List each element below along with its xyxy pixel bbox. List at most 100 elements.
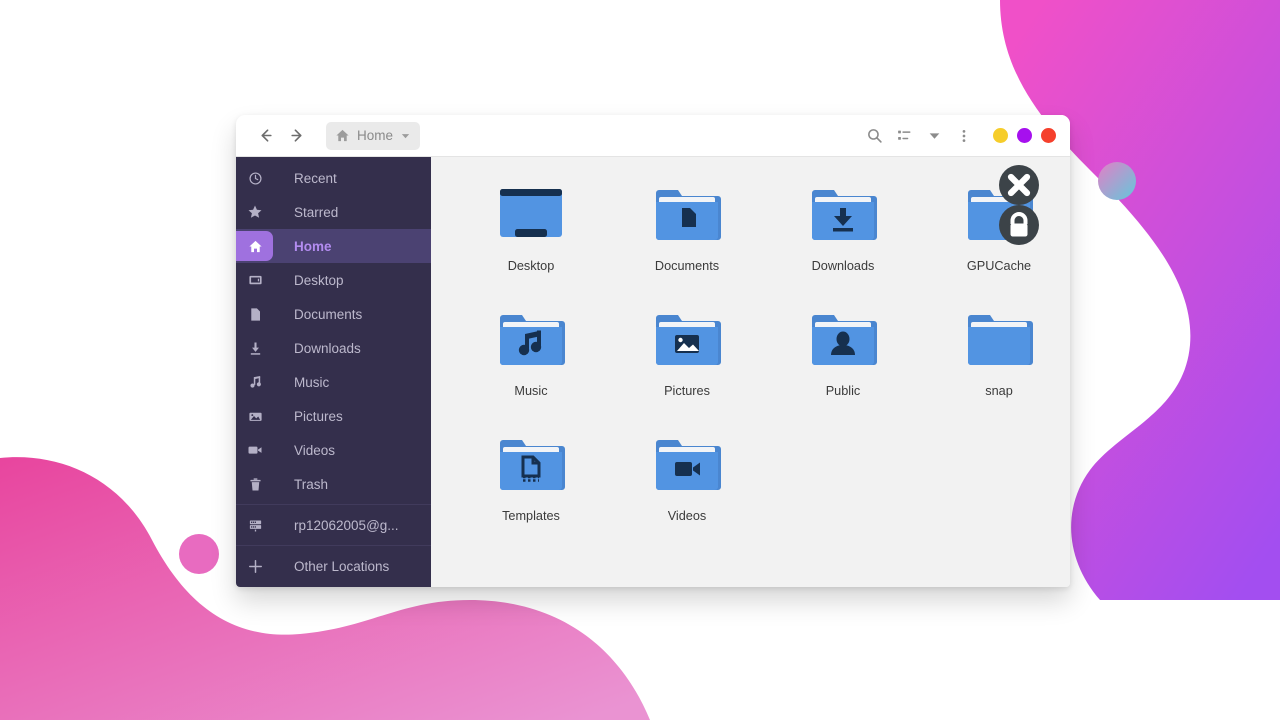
- download-icon: [236, 341, 274, 356]
- file-name: Pictures: [664, 384, 710, 398]
- home-icon: [236, 239, 274, 254]
- view-mode-button[interactable]: [889, 122, 919, 150]
- sidebar-item-label: Starred: [294, 204, 339, 220]
- sidebar-item-label: Trash: [294, 476, 329, 492]
- window-controls: [993, 128, 1056, 143]
- sidebar-separator: [236, 545, 431, 546]
- lock-badge-icon: [999, 205, 1039, 245]
- clock-icon: [236, 171, 274, 186]
- sidebar-item-home[interactable]: Home: [236, 229, 431, 263]
- file-manager-window: Home Recent Starred Home Desktop Documen…: [236, 115, 1070, 587]
- sidebar-item-label: rp12062005@g...: [294, 517, 399, 533]
- trash-icon: [236, 477, 274, 492]
- downloads-folder-icon: [805, 175, 881, 251]
- sidebar-item-label: Pictures: [294, 408, 343, 424]
- file-item-downloads[interactable]: Downloads: [765, 173, 921, 298]
- file-name: Desktop: [507, 259, 555, 273]
- pink-circle-left: [179, 534, 219, 574]
- x-badge-icon: [999, 165, 1039, 205]
- home-icon: [336, 129, 349, 142]
- sidebar-item-music[interactable]: Music: [236, 365, 431, 399]
- sidebar-item-trash[interactable]: Trash: [236, 467, 431, 501]
- music-folder-icon: [493, 300, 569, 376]
- file-item-gpucache[interactable]: GPUCache: [921, 165, 1070, 298]
- gradient-circle-right: [1098, 162, 1136, 200]
- sidebar-item-label: Downloads: [294, 340, 361, 356]
- sidebar: Recent Starred Home Desktop Documents Do…: [236, 157, 431, 587]
- sidebar-item-desktop[interactable]: Desktop: [236, 263, 431, 297]
- file-item-desktop[interactable]: Desktop: [453, 173, 609, 298]
- sidebar-item-other-locations[interactable]: Other Locations: [236, 549, 431, 583]
- sidebar-item-recent[interactable]: Recent: [236, 161, 431, 195]
- caret-down-icon: [929, 133, 939, 139]
- file-item-music[interactable]: Music: [453, 298, 609, 423]
- header-bar: Home: [236, 115, 1070, 157]
- desktop-icon: [236, 273, 274, 288]
- documents-folder-icon: [649, 175, 725, 251]
- sidebar-item-label: Videos: [294, 442, 336, 458]
- templates-folder-icon: [493, 425, 569, 501]
- overflow-menu-icon: [962, 129, 966, 142]
- sidebar-separator: [236, 504, 431, 505]
- server-icon: [236, 518, 274, 533]
- video-camera-icon: [236, 442, 274, 458]
- sidebar-item-label: Other Locations: [294, 558, 390, 574]
- file-name: Videos: [667, 509, 707, 523]
- search-icon: [867, 129, 882, 143]
- menu-button[interactable]: [949, 122, 979, 150]
- sidebar-item-label: Home: [294, 238, 332, 254]
- window-body: Recent Starred Home Desktop Documents Do…: [236, 157, 1070, 587]
- header-actions: [859, 122, 1056, 150]
- sidebar-item-label: Recent: [294, 170, 337, 186]
- sidebar-item-label: Music: [294, 374, 330, 390]
- sidebar-item-videos[interactable]: Videos: [236, 433, 431, 467]
- sidebar-item-label: Desktop: [294, 272, 344, 288]
- file-item-documents[interactable]: Documents: [609, 173, 765, 298]
- file-item-pictures[interactable]: Pictures: [609, 298, 765, 423]
- document-icon: [236, 307, 274, 322]
- sidebar-item-network[interactable]: rp12062005@g...: [236, 508, 431, 542]
- music-note-icon: [236, 375, 274, 390]
- sidebar-item-starred[interactable]: Starred: [236, 195, 431, 229]
- breadcrumb-home-button[interactable]: Home: [326, 121, 421, 150]
- maximize-button[interactable]: [1017, 128, 1032, 143]
- minimize-button[interactable]: [993, 128, 1008, 143]
- file-name: snap: [985, 384, 1013, 398]
- file-name: Documents: [654, 259, 720, 273]
- file-item-snap[interactable]: snap: [921, 298, 1070, 423]
- file-name: GPUCache: [966, 259, 1032, 273]
- image-icon: [236, 409, 274, 424]
- file-grid: Desktop Documents Downloads GPUCache Mus…: [453, 165, 1070, 548]
- file-name: Public: [825, 384, 861, 398]
- view-options-button[interactable]: [919, 122, 949, 150]
- list-view-icon: [897, 130, 910, 140]
- file-name: Music: [514, 384, 548, 398]
- plus-icon: [236, 558, 274, 575]
- file-item-templates[interactable]: Templates: [453, 423, 609, 548]
- forward-arrow-icon: [290, 129, 301, 142]
- breadcrumb-label: Home: [357, 128, 394, 143]
- navigation-controls: Home: [252, 121, 421, 150]
- desktop-folder-icon: [493, 175, 569, 251]
- file-name: Downloads: [811, 259, 875, 273]
- folder-icon: [961, 300, 1037, 376]
- sidebar-item-label: Documents: [294, 306, 363, 322]
- public-folder-icon: [805, 300, 881, 376]
- file-item-videos[interactable]: Videos: [609, 423, 765, 548]
- sidebar-item-downloads[interactable]: Downloads: [236, 331, 431, 365]
- videos-folder-icon: [649, 425, 725, 501]
- folder-icon: [961, 165, 1039, 251]
- chevron-down-icon: [401, 134, 410, 139]
- back-arrow-icon: [261, 129, 272, 142]
- file-grid-area: Desktop Documents Downloads GPUCache Mus…: [431, 157, 1070, 587]
- search-button[interactable]: [859, 122, 889, 150]
- close-button[interactable]: [1041, 128, 1056, 143]
- file-item-public[interactable]: Public: [765, 298, 921, 423]
- forward-button[interactable]: [284, 123, 310, 149]
- file-name: Templates: [502, 509, 560, 523]
- sidebar-item-pictures[interactable]: Pictures: [236, 399, 431, 433]
- pictures-folder-icon: [649, 300, 725, 376]
- back-button[interactable]: [252, 123, 278, 149]
- star-icon: [236, 204, 274, 220]
- sidebar-item-documents[interactable]: Documents: [236, 297, 431, 331]
